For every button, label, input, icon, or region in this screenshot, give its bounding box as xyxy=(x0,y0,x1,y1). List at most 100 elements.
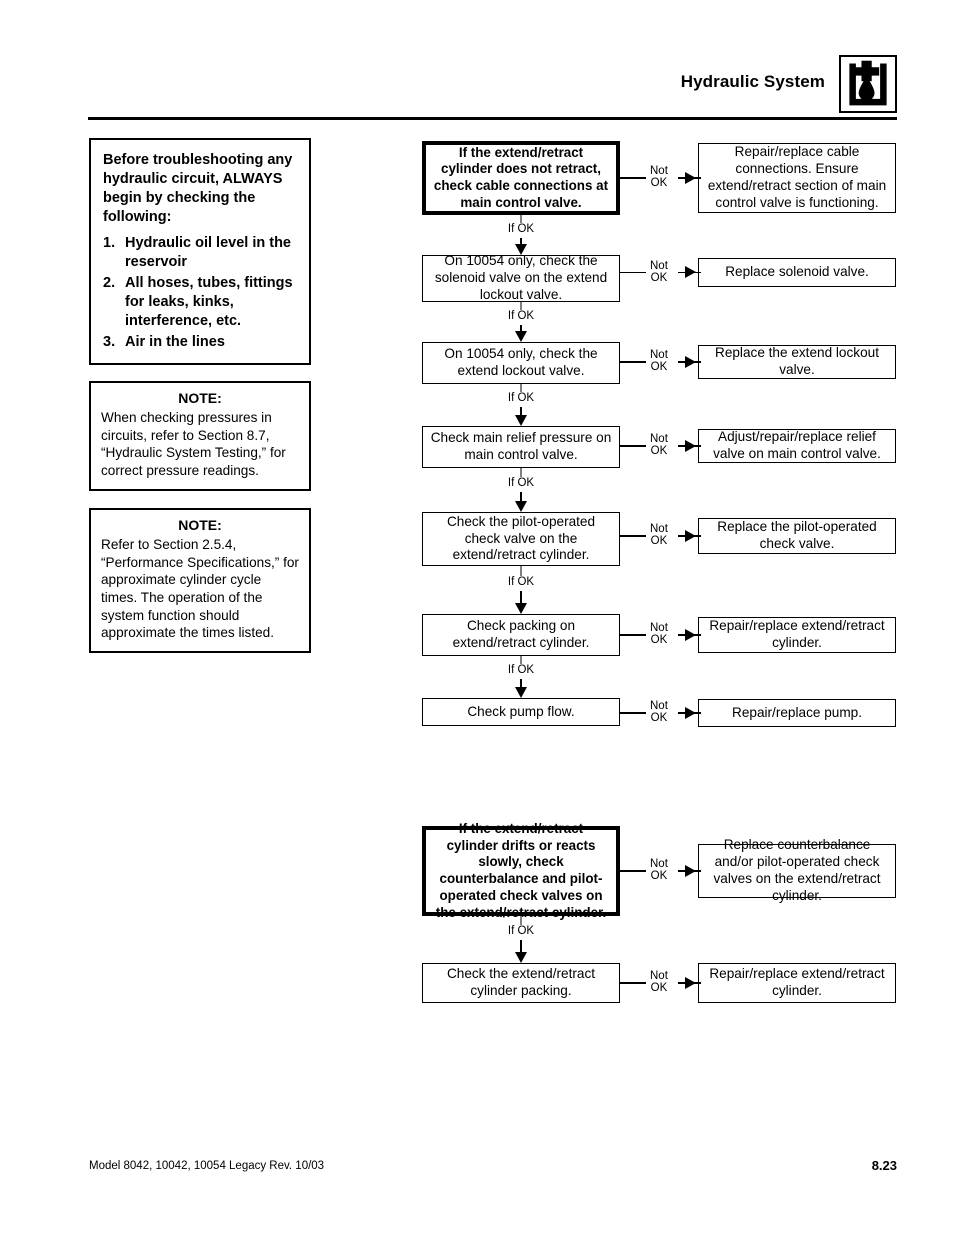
arrow-right-icon xyxy=(685,439,696,452)
flow-check-label: If the extend/retract cylinder does not … xyxy=(433,144,609,210)
connector-line xyxy=(520,215,522,223)
flow-action-label: Adjust/repair/replace relief valve on ma… xyxy=(713,429,881,461)
arrow-right-icon xyxy=(685,529,696,542)
connector-line xyxy=(620,870,646,872)
flow-ok-connector: If OK xyxy=(491,566,551,614)
flow-ok-connector: If OK xyxy=(491,916,551,963)
flow-action-box: Replace solenoid valve. xyxy=(698,258,896,287)
flow-branch-connector: Not OK xyxy=(620,165,701,189)
arrow-right-icon xyxy=(685,976,696,989)
flow-action-box: Repair/replace pump. xyxy=(698,699,896,727)
flow-ok-connector: If OK xyxy=(491,384,551,426)
flow-action-box: Repair/replace cable connections. Ensure… xyxy=(698,143,896,213)
connector-line xyxy=(620,535,646,537)
flow-check-label: Check pump flow. xyxy=(467,703,575,719)
flow-action-label: Repair/replace cable connections. Ensure… xyxy=(707,144,887,210)
flow-check-box: If the extend/retract cylinder does not … xyxy=(422,141,620,215)
arrow-down-icon xyxy=(514,687,527,698)
flow-ok-connector: If OK xyxy=(491,656,551,698)
connector-label-if-ok: If OK xyxy=(507,223,535,235)
connector-line xyxy=(520,590,522,604)
connector-line xyxy=(620,445,646,447)
connector-line xyxy=(520,468,522,477)
flow-check-label: Check packing on extend/retract cylinder… xyxy=(452,618,590,650)
flow-check-label: On 10054 only, check the extend lockout … xyxy=(444,346,598,378)
flow-action-label: Replace solenoid valve. xyxy=(725,264,869,279)
flow-branch-connector: Not OK xyxy=(620,260,701,284)
arrow-right-icon xyxy=(685,706,696,719)
flow-action-label: Replace counterbalance and/or pilot-oper… xyxy=(713,837,881,903)
flow-action-label: Repair/replace extend/retract cylinder. xyxy=(709,618,885,650)
arrow-right-icon xyxy=(685,266,696,278)
flow-check-label: Check the extend/retract cylinder packin… xyxy=(446,966,596,998)
flow-branch-connector: Not OK xyxy=(620,433,701,457)
connector-label-if-ok: If OK xyxy=(507,476,535,489)
connector-label-if-ok: If OK xyxy=(507,310,535,322)
flow-check-box: Check packing on extend/retract cylinder… xyxy=(422,614,620,656)
flow-action-box: Adjust/repair/replace relief valve on ma… xyxy=(698,429,896,463)
connector-line xyxy=(620,361,646,363)
flow-action-box: Replace counterbalance and/or pilot-oper… xyxy=(698,837,896,903)
branch-label-not-ok: Not OK xyxy=(650,700,668,725)
flow-ok-connector: If OK xyxy=(491,215,551,255)
arrow-down-icon xyxy=(514,603,527,614)
connector-line xyxy=(620,634,646,636)
flow-action-box: Repair/replace extend/retract cylinder. xyxy=(698,963,896,1003)
branch-label-not-ok: Not OK xyxy=(650,523,668,548)
connector-line xyxy=(520,916,522,926)
arrow-right-icon xyxy=(685,864,696,877)
flow-check-label: Check main relief pressure on main contr… xyxy=(430,430,612,462)
flow-branch-connector: Not OK xyxy=(620,858,701,882)
flow-check-box: If the extend/retract cylinder drifts or… xyxy=(422,821,620,920)
flow-check-box: Check pump flow. xyxy=(422,698,620,726)
arrow-right-icon xyxy=(685,355,696,368)
flow-branch-connector: Not OK xyxy=(620,622,701,646)
flow-action-label: Replace the extend lockout valve. xyxy=(715,345,879,377)
connector-label-if-ok: If OK xyxy=(507,925,535,938)
connector-line xyxy=(620,712,646,714)
flow-check-box: Check main relief pressure on main contr… xyxy=(422,426,620,468)
branch-label-not-ok: Not OK xyxy=(650,259,668,284)
connector-label-if-ok: If OK xyxy=(507,392,535,405)
connector-line xyxy=(620,271,646,273)
connector-line xyxy=(620,982,646,984)
flow-check-box: On 10054 only, check the extend lockout … xyxy=(422,342,620,384)
arrow-right-icon xyxy=(685,171,696,184)
connector-line xyxy=(520,566,522,576)
connector-line xyxy=(620,177,646,179)
footer-model-info: Model 8042, 10042, 10054 Legacy Rev. 10/… xyxy=(89,1160,325,1172)
branch-label-not-ok: Not OK xyxy=(650,165,668,190)
flow-action-box: Replace the pilot-operated check valve. xyxy=(698,518,896,554)
footer-page-number: 8.23 xyxy=(871,1158,897,1173)
connector-line xyxy=(520,656,522,665)
flow-action-box: Replace the extend lockout valve. xyxy=(698,345,896,379)
flow-branch-connector: Not OK xyxy=(620,700,701,724)
arrow-down-icon xyxy=(514,415,527,426)
arrow-down-icon xyxy=(514,331,527,342)
flow-check-label: Check the pilot-operated check valve on … xyxy=(446,513,596,563)
flow-check-label: If the extend/retract cylinder drifts or… xyxy=(435,820,607,920)
flow-action-label: Repair/replace pump. xyxy=(732,704,862,720)
branch-label-not-ok: Not OK xyxy=(650,622,668,647)
arrow-down-icon xyxy=(514,501,527,512)
flow-ok-connector: If OK xyxy=(491,468,551,512)
branch-label-not-ok: Not OK xyxy=(650,858,668,883)
branch-label-not-ok: Not OK xyxy=(650,349,668,374)
troubleshooting-flowcharts: If the extend/retract cylinder does not … xyxy=(0,0,954,1235)
flow-check-box: Check the extend/retract cylinder packin… xyxy=(422,963,620,1003)
flow-branch-connector: Not OK xyxy=(620,523,701,547)
flow-check-label: On 10054 only, check the solenoid valve … xyxy=(434,253,608,302)
connector-line xyxy=(520,384,522,393)
flow-branch-connector: Not OK xyxy=(620,970,701,994)
branch-label-not-ok: Not OK xyxy=(650,433,668,458)
connector-label-if-ok: If OK xyxy=(507,575,535,588)
arrow-right-icon xyxy=(685,628,696,641)
branch-label-not-ok: Not OK xyxy=(650,970,668,995)
flow-action-box: Repair/replace extend/retract cylinder. xyxy=(698,617,896,653)
flow-action-label: Repair/replace extend/retract cylinder. xyxy=(709,966,885,998)
flow-check-box: On 10054 only, check the solenoid valve … xyxy=(422,253,620,302)
connector-line xyxy=(520,302,522,310)
flow-ok-connector: If OK xyxy=(491,302,551,342)
flow-action-label: Replace the pilot-operated check valve. xyxy=(717,519,877,551)
flow-branch-connector: Not OK xyxy=(620,349,701,373)
